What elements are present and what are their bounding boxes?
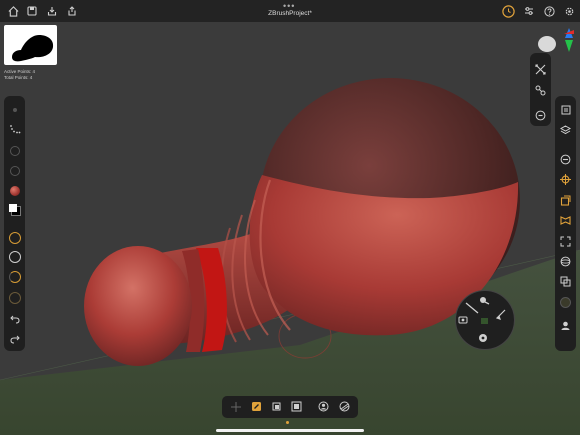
subdivide-icon[interactable] [290,400,303,413]
home-indicator[interactable] [216,429,364,432]
move-gizmo-icon[interactable] [229,400,242,413]
scale-icon[interactable] [559,193,573,207]
draw-mode-icon[interactable] [250,400,263,413]
layers-icon[interactable] [559,123,573,137]
active-indicator-dot [286,421,289,424]
gravity-icon[interactable] [8,291,22,305]
total-points-label: Total Points: 4 [4,75,33,80]
alpha-icon[interactable] [8,144,22,158]
timer-icon[interactable] [501,4,515,18]
frame-icon[interactable] [559,213,573,227]
color-swatch-icon[interactable] [8,203,22,217]
texture-icon[interactable] [8,164,22,178]
mask-icon [481,318,488,324]
import-icon[interactable] [45,4,59,18]
tool-preview-thumbnail[interactable] [4,25,57,65]
move-icon[interactable] [559,172,573,186]
intensity-icon[interactable] [8,270,22,284]
floor-icon[interactable] [559,254,573,268]
subtools-icon[interactable] [559,103,573,117]
gizmo-head [538,36,556,52]
focal-shift-icon[interactable] [8,250,22,264]
edit-mode-icon[interactable] [270,400,283,413]
bottom-toolbar [222,396,358,418]
brush-settings-icon[interactable] [8,103,22,117]
share-icon[interactable] [65,4,79,18]
help-icon[interactable] [542,4,556,18]
save-icon[interactable] [25,4,39,18]
dynamesh-icon[interactable] [338,400,351,413]
brush-icon [480,297,490,305]
orientation-gizmo[interactable] [529,26,577,52]
right-toolbar-top [530,53,551,126]
material-icon[interactable] [8,184,22,198]
top-bar: ••• ZBrushProject* [0,0,580,22]
redo-icon[interactable] [8,332,22,346]
gizmo-axis-y [565,40,573,52]
zoom-out-icon[interactable] [534,108,548,122]
minus-icon[interactable] [559,152,573,166]
focus-icon[interactable] [559,234,573,248]
project-title: ZBrushProject* [268,10,312,17]
transparency-icon[interactable] [559,274,573,288]
draw-size-icon[interactable] [8,231,22,245]
solo-icon[interactable] [559,318,573,332]
home-icon[interactable] [6,4,20,18]
left-toolbar [4,96,25,351]
user-icon[interactable] [317,400,330,413]
visibility-icon [479,334,487,342]
undo-icon[interactable] [8,312,22,326]
preview-silhouette [12,35,54,62]
right-toolbar [555,96,576,351]
radial-menu[interactable] [455,290,515,350]
symmetry-icon[interactable] [534,83,548,97]
gear-icon[interactable] [562,4,576,18]
polyframe-icon[interactable] [559,295,573,309]
active-points-label: Active Points: 4 [4,69,36,74]
settings-sliders-icon[interactable] [522,4,536,18]
viewport-canvas[interactable] [0,0,580,435]
pen-icon [495,309,506,320]
stroke-dots-icon[interactable] [8,122,22,136]
transform-tools-icon[interactable] [534,62,548,76]
camera-icon [458,316,468,324]
model-head [84,246,192,366]
